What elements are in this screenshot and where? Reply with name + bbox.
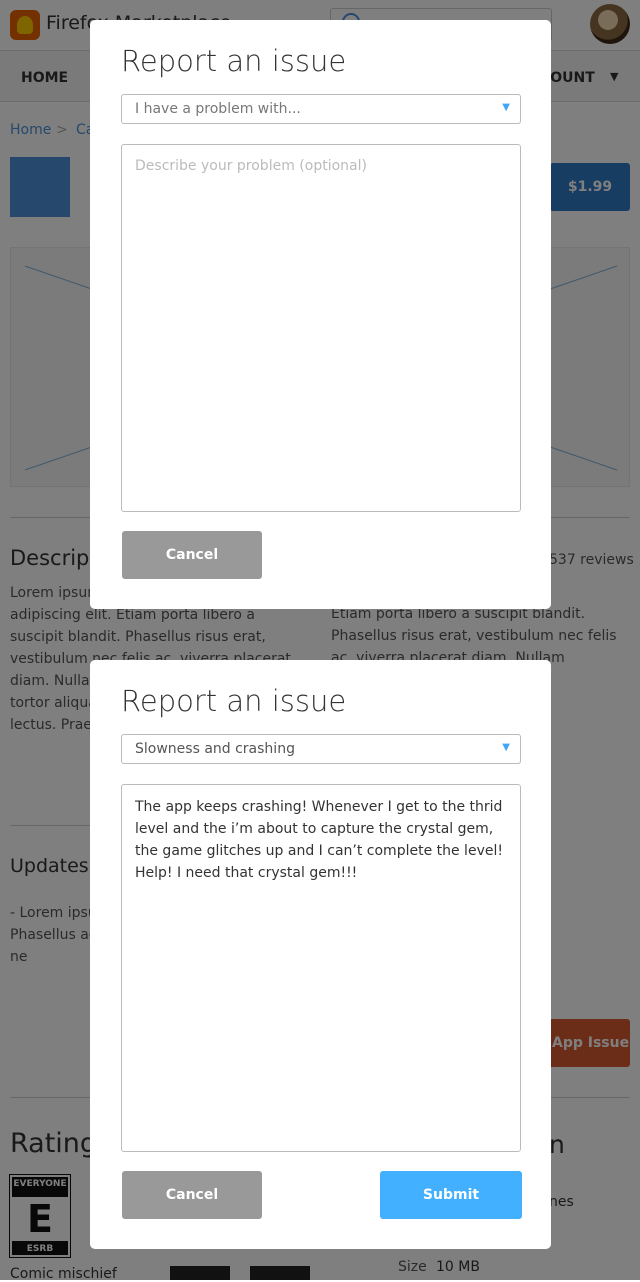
problem-type-value: I have a problem with... — [135, 101, 301, 117]
problem-type-value: Slowness and crashing — [135, 741, 295, 757]
report-issue-dialog-filled: Report an issue Slowness and crashing ▼ … — [90, 660, 551, 1249]
problem-type-select[interactable]: I have a problem with... ▼ — [121, 94, 521, 124]
dialog-title: Report an issue — [121, 684, 347, 718]
report-issue-dialog: Report an issue I have a problem with...… — [90, 20, 551, 609]
textarea-value: The app keeps crashing! Whenever I get t… — [135, 799, 503, 881]
problem-type-select[interactable]: Slowness and crashing ▼ — [121, 734, 521, 764]
caret-down-icon: ▼ — [502, 102, 510, 113]
submit-button[interactable]: Submit — [380, 1171, 522, 1219]
caret-down-icon: ▼ — [502, 742, 510, 753]
dialog-title: Report an issue — [121, 44, 347, 78]
textarea-placeholder: Describe your problem (optional) — [135, 158, 367, 174]
cancel-button[interactable]: Cancel — [122, 531, 262, 579]
problem-description-textarea[interactable]: Describe your problem (optional) — [121, 144, 521, 512]
problem-description-textarea[interactable]: The app keeps crashing! Whenever I get t… — [121, 784, 521, 1152]
cancel-button[interactable]: Cancel — [122, 1171, 262, 1219]
